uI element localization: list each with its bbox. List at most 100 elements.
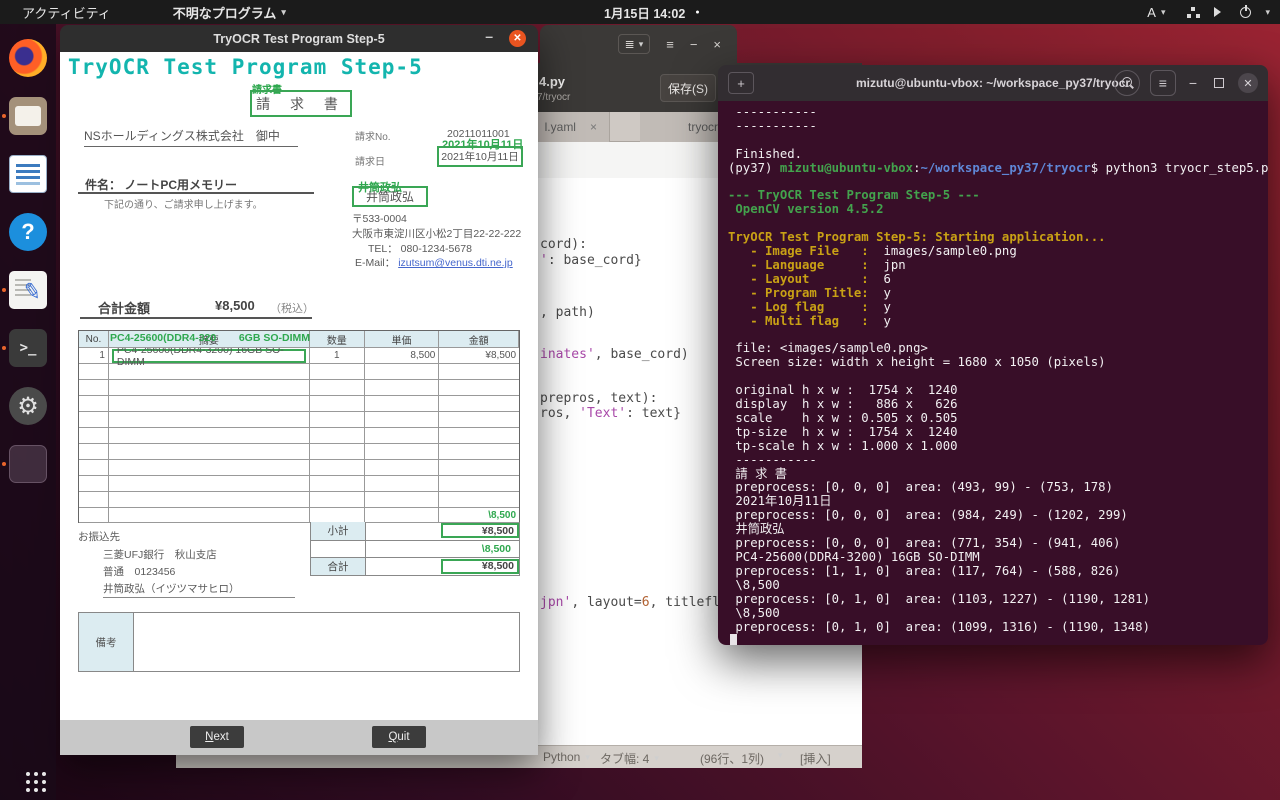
document-selector-button[interactable]: ≣▾ — [618, 34, 651, 54]
doc-list-icon: ≣ — [625, 37, 635, 51]
terminal-line: OpenCV version 4.5.2 — [728, 203, 1258, 217]
terminal-output[interactable]: ----------- ----------- Finished.(py37) … — [718, 101, 1268, 645]
total-value: ¥8,500 — [215, 298, 255, 313]
account-holder: 井筒政弘（イヅツマサヒロ） — [103, 581, 295, 598]
email-label: E-Mail： — [355, 257, 395, 269]
total-label: 合計金額 — [98, 298, 150, 317]
volume-icon[interactable] — [1214, 7, 1226, 17]
ocr-header-right: 6GB SO-DIMM — [239, 332, 310, 344]
save-button[interactable]: 保存(S) — [660, 74, 716, 102]
total-underline — [80, 317, 312, 319]
quit-button[interactable]: Quit — [372, 726, 426, 748]
invoice-canvas: TryOCR Test Program Step-5 請求書 請 求 書 NSホ… — [60, 52, 538, 720]
table-row — [79, 396, 519, 412]
dock-item-terminal[interactable]: >_ — [0, 320, 56, 376]
table-row — [79, 412, 519, 428]
invoice-email-row: E-Mail： izutsum@venus.dti.ne.jp — [355, 255, 513, 270]
show-applications-button[interactable] — [0, 754, 56, 794]
next-button[interactable]: Next — [190, 726, 244, 748]
terminal-line: TryOCR Test Program Step-5: Starting app… — [728, 231, 1258, 245]
table-row — [79, 428, 519, 444]
dock-item-help[interactable]: ? — [0, 204, 56, 260]
dock-item-unknownapp[interactable] — [0, 436, 56, 492]
invoice-table: No. 摘要 数量 単価 金額 PC4-25600(DDR4-320 6GB S… — [78, 330, 520, 523]
table-row — [79, 444, 519, 460]
chevron-down-icon[interactable]: ▾ — [778, 750, 783, 761]
running-indicator — [2, 346, 6, 350]
terminal-titlebar[interactable]: + mizutu@ubuntu-vbox: ~/workspace_py37/t… — [718, 65, 1268, 101]
code-fragment: ros, 'Text': text} — [540, 406, 681, 421]
ocr-amount-overlay: \8,500 — [482, 543, 519, 555]
dock-item-texteditor[interactable]: ✎ — [0, 262, 56, 318]
terminal-line: 2021年10月11日 — [728, 495, 1258, 509]
terminal-maximize-button[interactable] — [1214, 78, 1224, 88]
terminal-title: mizutu@ubuntu-vbox: ~/workspace_py37/try… — [856, 76, 1130, 90]
terminal-line: tp-scale h x w : 1.000 x 1.000 — [728, 440, 1258, 454]
subtotal-label: 小計 — [311, 522, 366, 540]
editor-menu-button[interactable]: ≡ — [666, 37, 674, 52]
dock-item-firefox[interactable] — [0, 30, 56, 86]
terminal-line: scale h x w : 0.505 x 0.505 — [728, 412, 1258, 426]
dock-item-settings[interactable]: ⚙ — [0, 378, 56, 434]
clock[interactable]: 1月15日 14:02● — [604, 0, 700, 24]
subtotal-value: ¥8,500 — [441, 523, 519, 538]
terminal-line: - Log flag : y — [728, 301, 1258, 315]
editor-minimize-button[interactable]: − — [690, 37, 698, 52]
terminal-line: - Layout : 6 — [728, 273, 1258, 287]
firefox-icon — [9, 39, 47, 77]
new-tab-button[interactable]: + — [728, 72, 754, 94]
editor-document-path: 7/tryocr — [537, 92, 570, 103]
terminal-line: - Program Title: y — [728, 287, 1258, 301]
search-icon[interactable] — [1114, 70, 1140, 96]
tryocr-close-button[interactable]: ✕ — [509, 30, 526, 47]
bank-name: 三菱UFJ銀行 秋山支店 — [103, 547, 217, 562]
desktop-wallpaper: ≣▾ ≡ − × 4.py 7/tryocr 保存(S) l.yaml × tr… — [0, 0, 1280, 800]
terminal-line: file: <images/sample0.png> — [728, 342, 1258, 356]
language-selector[interactable]: Python▾ — [543, 750, 590, 764]
editor-titlebar: ≣▾ ≡ − × — [540, 25, 737, 63]
terminal-line: - Language : jpn — [728, 259, 1258, 273]
tryocr-button-bar: Next Quit — [60, 720, 538, 755]
tryocr-minimize-button[interactable]: – — [485, 28, 493, 44]
terminal-line: display h x w : 886 x 626 — [728, 398, 1258, 412]
total-row: 合計 ¥8,500 — [311, 557, 519, 575]
table-row — [79, 364, 519, 380]
chevron-down-icon[interactable]: ▾ — [1265, 7, 1270, 18]
settings-icon: ⚙ — [9, 387, 47, 425]
unknownapp-icon — [9, 445, 47, 483]
table-row: 1 PC4-25600(DDR4-3200) 16GB SO-DIMM 1 8,… — [79, 348, 519, 364]
terminal-close-button[interactable]: ✕ — [1238, 73, 1258, 93]
dock-item-files[interactable] — [0, 88, 56, 144]
terminal-line: PC4-25600(DDR4-3200) 16GB SO-DIMM — [728, 551, 1258, 565]
app-grid-icon — [26, 772, 30, 776]
terminal-minimize-button[interactable]: − — [1186, 75, 1200, 91]
terminal-line: preprocess: [0, 0, 0] area: (984, 249) -… — [728, 509, 1258, 523]
terminal-line: --- TryOCR Test Program Step-5 --- — [728, 189, 1258, 203]
texteditor-icon: ✎ — [9, 271, 47, 309]
network-icon[interactable] — [1187, 7, 1200, 18]
header-no: No. — [79, 331, 109, 348]
tab-label: l.yaml — [545, 120, 576, 134]
tab-close-icon[interactable]: × — [590, 120, 597, 134]
ocr-amount-overlay: \8,500 — [439, 508, 519, 523]
code-fragment: jpn', layout=6, titleflg= — [540, 595, 736, 610]
input-source-indicator[interactable]: A▾ — [1139, 0, 1173, 24]
activities-button[interactable]: アクティビティ — [14, 0, 119, 24]
terminal-icon: >_ — [9, 329, 47, 367]
tab-width-selector[interactable]: タブ幅: 4▾ — [600, 750, 659, 767]
terminal-line — [728, 329, 1258, 343]
editor-close-button[interactable]: × — [713, 37, 721, 52]
dock-item-writer[interactable] — [0, 146, 56, 202]
app-menu[interactable]: 不明なプログラム▾ — [165, 0, 294, 24]
terminal-line: \8,500 — [728, 607, 1258, 621]
running-indicator — [2, 462, 6, 466]
terminal-line: preprocess: [1, 1, 0] area: (117, 764) -… — [728, 565, 1258, 579]
power-icon[interactable] — [1240, 7, 1251, 18]
terminal-menu-button[interactable]: ≡ — [1150, 70, 1176, 96]
terminal-line: preprocess: [0, 0, 0] area: (771, 354) -… — [728, 537, 1258, 551]
tryocr-titlebar[interactable]: TryOCR Test Program Step-5 – ✕ — [60, 25, 538, 52]
invoice-subject: 件名： ノートPC用メモリー — [85, 176, 237, 193]
email-link[interactable]: izutsum@venus.dti.ne.jp — [398, 257, 513, 269]
files-icon — [9, 97, 47, 135]
chevron-down-icon: ▾ — [1161, 7, 1166, 18]
